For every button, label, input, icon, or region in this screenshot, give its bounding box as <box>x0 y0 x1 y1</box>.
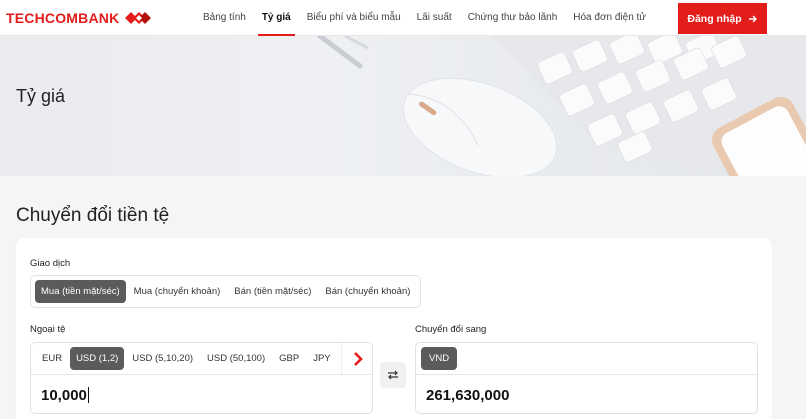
nav-item-lai-suat[interactable]: Lãi suất <box>409 0 460 36</box>
converted-result: 261,630,000 <box>426 387 510 404</box>
top-header: TECHCOMBANK Bảng tính Tỷ giá Biểu phí và… <box>0 0 806 36</box>
transaction-option-mua-tien-mat[interactable]: Mua (tiền mặt/séc) <box>35 280 126 303</box>
transaction-label: Giao dịch <box>30 258 71 269</box>
transaction-option-ban-tien-mat[interactable]: Bán (tiền mặt/séc) <box>228 280 317 303</box>
currency-next-button[interactable] <box>341 343 372 374</box>
keyboard-mouse-image <box>317 36 806 176</box>
target-currency-tab[interactable]: VND <box>421 347 458 370</box>
nav-item-chung-thu[interactable]: Chứng thư bảo lãnh <box>460 0 566 36</box>
arrow-right-icon <box>748 15 757 22</box>
currency-tab-usd-50-100[interactable]: USD (50,100) <box>201 347 271 370</box>
target-currency-box: VND 261,630,000 <box>415 342 758 414</box>
divider <box>31 374 372 375</box>
amount-value: 10,000 <box>41 387 87 404</box>
divider <box>416 374 757 375</box>
login-label: Đăng nhập <box>687 12 742 25</box>
swap-arrows-icon <box>388 370 398 380</box>
techcombank-logo-icon <box>125 12 152 24</box>
brand-logo[interactable]: TECHCOMBANK <box>6 9 152 27</box>
currency-tab-usd-1-2[interactable]: USD (1,2) <box>70 347 125 370</box>
nav-item-hoa-don[interactable]: Hóa đơn điện tử <box>565 0 654 36</box>
convert-to-label: Chuyển đổi sang <box>415 324 487 335</box>
currency-tabs: EUR USD (1,2) USD (5,10,20) USD (50,100)… <box>31 343 341 374</box>
brand-name: TECHCOMBANK <box>6 10 120 26</box>
currency-tab-usd-5-10-20[interactable]: USD (5,10,20) <box>126 347 199 370</box>
foreign-currency-label: Ngoại tệ <box>30 324 66 335</box>
nav-item-bang-tinh[interactable]: Bảng tính <box>195 0 254 36</box>
currency-tab-eur[interactable]: EUR <box>36 347 68 370</box>
login-button[interactable]: Đăng nhập <box>678 3 767 34</box>
swap-button[interactable] <box>380 362 406 388</box>
transaction-option-mua-chuyen-khoan[interactable]: Mua (chuyển khoản) <box>128 280 227 303</box>
text-caret <box>87 387 89 403</box>
nav-item-ty-gia[interactable]: Tỷ giá <box>254 0 299 36</box>
page-title: Tỷ giá <box>16 86 66 106</box>
nav-item-bieu-phi[interactable]: Biểu phí và biểu mẫu <box>299 0 409 36</box>
currency-tab-jpy[interactable]: JPY <box>307 347 336 370</box>
main-nav: Bảng tính Tỷ giá Biểu phí và biểu mẫu Lã… <box>195 0 654 36</box>
chevron-right-icon <box>354 351 363 366</box>
amount-input[interactable]: 10,000 <box>41 387 89 404</box>
section-title: Chuyển đổi tiền tệ <box>16 205 170 226</box>
transaction-option-ban-chuyen-khoan[interactable]: Bán (chuyển khoản) <box>319 280 416 303</box>
foreign-currency-box: EUR USD (1,2) USD (5,10,20) USD (50,100)… <box>30 342 373 414</box>
hero-banner: Tỷ giá <box>0 36 806 176</box>
currency-tab-gbp[interactable]: GBP <box>273 347 305 370</box>
transaction-type-selector: Mua (tiền mặt/séc) Mua (chuyển khoản) Bá… <box>30 275 422 308</box>
